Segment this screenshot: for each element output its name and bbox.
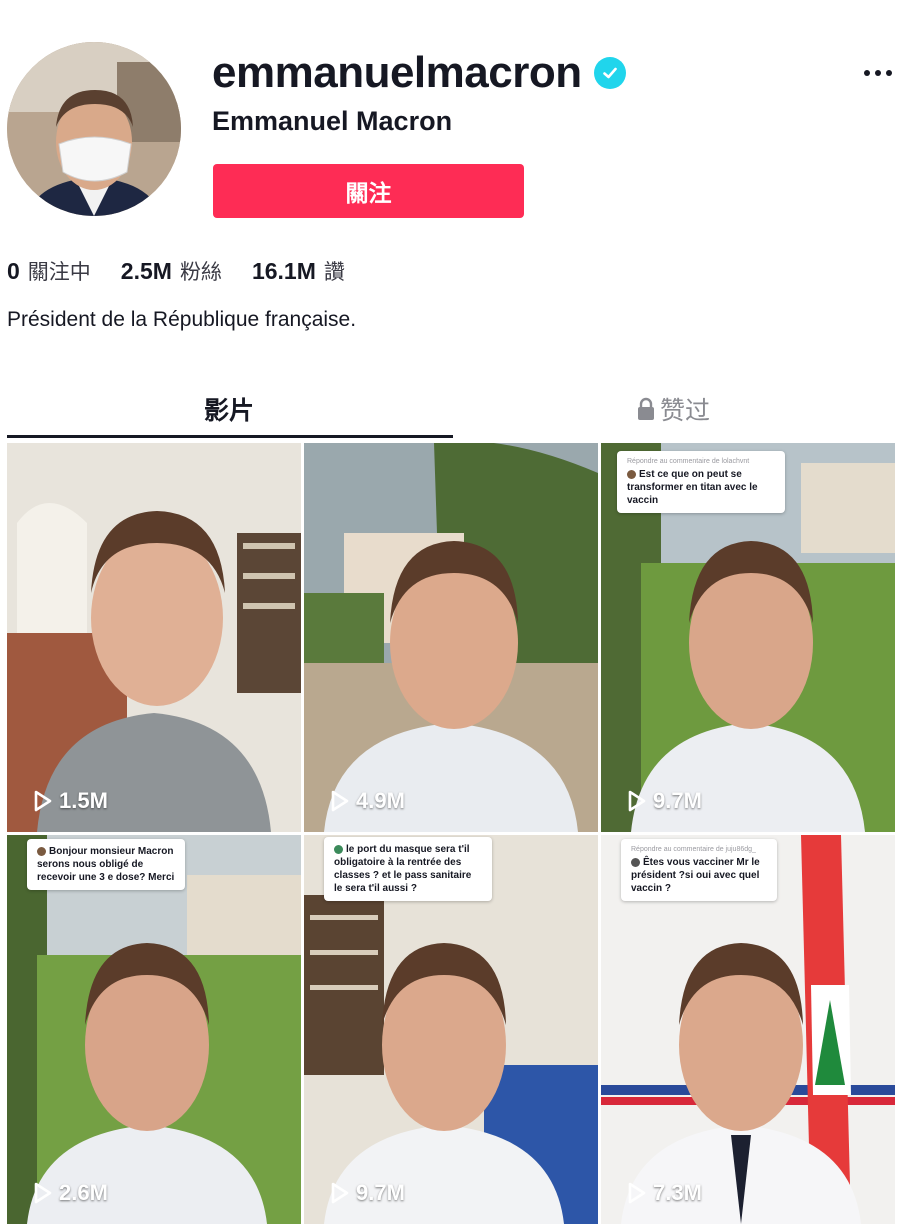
followers-count[interactable]: 2.5M 粉絲 [121,256,222,286]
view-count-value: 2.6M [59,1180,108,1205]
comment-reply-bubble: Bonjour monsieur Macron serons nous obli… [27,839,185,890]
play-icon [34,790,52,812]
profile-tabs: 影片 赞过 [7,380,895,440]
follow-button[interactable]: 關注 [213,164,524,218]
play-icon [331,790,349,812]
likes-count: 16.1M 讚 [252,256,345,286]
view-count-value: 1.5M [59,788,108,813]
comment-reply-bubble: le port du masque sera t'il obligatoire … [324,837,492,901]
followers-label: 粉絲 [179,260,222,284]
view-count: 4.9M [330,788,405,814]
commenter-avatar [334,844,343,854]
view-count: 9.7M [627,788,702,814]
tab-liked-label: 赞过 [659,396,710,425]
video-thumbnail-image [7,443,301,832]
video-thumbnail[interactable]: Répondre au commentaire de lolachvnt Est… [601,443,895,832]
play-icon [628,1182,646,1204]
video-thumbnail[interactable]: 4.9M [304,443,598,832]
comment-text: Êtes vous vacciner Mr le président ?si o… [631,857,760,895]
play-icon [34,1182,52,1204]
following-count[interactable]: 0 關注中 [7,256,91,286]
view-count: 7.3M [627,1180,702,1206]
commenter-avatar [627,469,636,479]
comment-text: Est ce que on peut se transformer en tit… [627,469,758,507]
video-thumbnail-image [304,443,598,832]
comment-text: Bonjour monsieur Macron serons nous obli… [37,846,175,883]
more-options-icon[interactable] [858,58,898,88]
lock-icon [637,397,654,420]
reply-caption: Répondre au commentaire de lolachvnt [627,458,750,465]
following-value: 0 [7,258,20,284]
likes-value: 16.1M [251,258,316,284]
followers-value: 2.5M [120,258,172,284]
view-count-value: 9.7M [653,788,702,813]
video-thumbnail[interactable]: le port du masque sera t'il obligatoire … [304,835,598,1224]
comment-reply-bubble: Répondre au commentaire de lolachvnt Est… [617,451,785,514]
comment-reply-bubble: Répondre au commentaire de juju86dg_ Ête… [621,839,777,902]
profile-stats: 0 關注中 2.5M 粉絲 16.1M 讚 [7,256,345,286]
profile-bio: Président de la République française. [7,308,357,331]
play-icon [331,1182,349,1204]
likes-label: 讚 [323,260,345,284]
profile-avatar[interactable] [7,42,181,216]
view-count: 9.7M [330,1180,405,1206]
username: emmanuelmacron [212,48,626,98]
tab-liked[interactable]: 赞过 [451,380,895,438]
commenter-avatar [631,857,640,867]
tab-videos-label: 影片 [203,396,254,425]
commenter-avatar [37,846,46,856]
video-thumbnail[interactable]: 1.5M [7,443,301,832]
view-count-value: 9.7M [356,1180,405,1205]
view-count: 1.5M [33,788,108,814]
video-grid: 1.5M 4.9M Répondre au commentaire de lol… [7,443,895,1224]
video-thumbnail[interactable]: Répondre au commentaire de juju86dg_ Ête… [601,835,895,1224]
tab-videos[interactable]: 影片 [7,380,451,438]
active-tab-indicator [7,435,453,438]
comment-text: le port du masque sera t'il obligatoire … [334,844,472,894]
video-thumbnail-image [7,835,301,1224]
play-icon [628,790,646,812]
view-count-value: 4.9M [356,788,405,813]
video-thumbnail[interactable]: Bonjour monsieur Macron serons nous obli… [7,835,301,1224]
avatar-image [7,42,181,216]
view-count-value: 7.3M [653,1180,702,1205]
view-count: 2.6M [33,1180,108,1206]
verified-badge-icon [593,57,626,89]
reply-caption: Répondre au commentaire de juju86dg_ [631,846,756,853]
username-text: emmanuelmacron [212,48,582,97]
display-name: Emmanuel Macron [212,106,453,136]
following-label: 關注中 [27,260,91,284]
